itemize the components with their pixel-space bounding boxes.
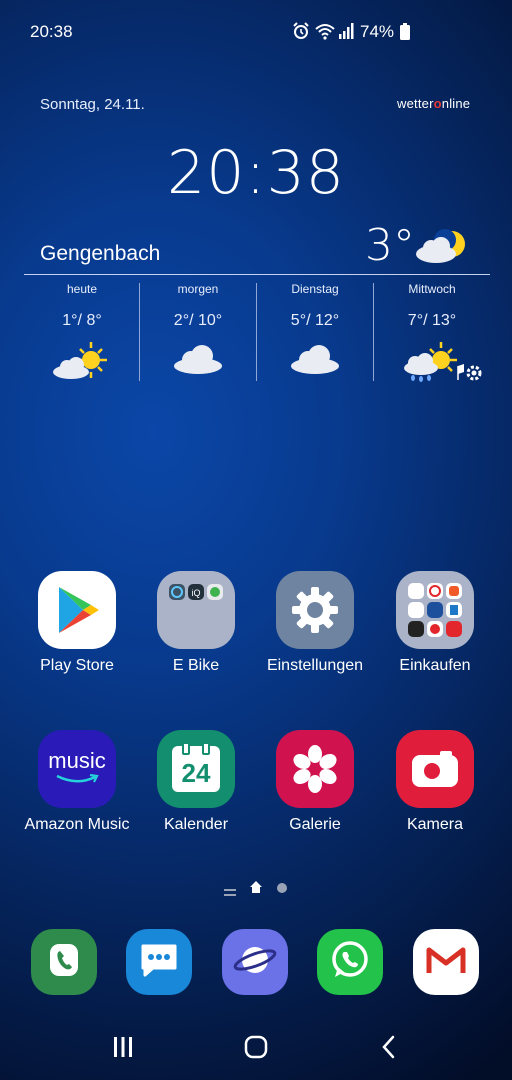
forecast-range: 1°/ 8° [62,312,102,329]
app-label: Kamera [406,816,464,833]
forecast-range: 7°/ 13° [407,312,457,329]
forecast-range: 2°/ 10° [173,312,223,329]
recent-apps-icon[interactable] [112,1034,134,1065]
settings-gear-icon [276,571,354,649]
app-amazon-music[interactable]: music Amazon Music [17,730,137,834]
forecast-day-label: Mittwoch [408,282,456,296]
dock-gmail[interactable] [413,929,479,995]
forecast-day-3[interactable]: Dienstag 5°/ 12° [257,280,373,380]
app-label: E Bike [172,657,220,674]
calendar-icon: 24 [157,730,235,808]
widget-settings-icon[interactable] [456,362,484,387]
page-indicator-home-icon[interactable] [250,880,262,899]
flower-icon [276,730,354,808]
status-time: 20:38 [30,22,73,41]
app-label: Kalender [163,816,229,833]
home-icon[interactable] [243,1034,269,1065]
cloud-moon-icon [414,228,470,273]
app-label: Amazon Music [24,816,130,833]
app-folder-e-bike[interactable]: iQ E Bike [136,571,256,675]
forecast-day-2[interactable]: morgen 2°/ 10° [140,280,256,380]
forecast-day-label: morgen [177,282,219,296]
cloud-icon [257,340,373,382]
signal-icon [338,22,354,45]
phone-icon [47,942,81,983]
forecast-range: 5°/ 12° [290,312,340,329]
dock-phone[interactable] [31,929,97,995]
app-label: Play Store [40,657,114,674]
dock-internet[interactable] [222,929,288,995]
app-label: Einstellungen [266,657,364,674]
dock-messages[interactable] [126,929,192,995]
alarm-icon [291,21,311,46]
forecast-day-label: Dienstag [291,282,339,296]
app-calendar[interactable]: 24 Kalender [136,730,256,834]
page-indicator-dot[interactable] [277,883,287,893]
battery-icon [399,23,411,46]
back-icon[interactable] [379,1034,399,1065]
whatsapp-icon [329,939,371,986]
camera-icon [396,730,474,808]
svg-text:iQ: iQ [192,588,201,598]
app-settings[interactable]: Einstellungen [255,571,375,675]
app-gallery[interactable]: Galerie [255,730,375,834]
amazon-music-icon-text: music [48,748,106,773]
folder-icon [396,571,474,649]
amazon-music-icon: music [38,730,116,808]
app-label: Einkaufen [399,657,471,674]
page-indicator-list[interactable] [224,884,236,902]
forecast-day-label: heute [66,282,98,296]
play-store-icon [38,571,116,649]
calendar-date-text: 24 [181,758,211,788]
wifi-icon [314,21,336,46]
current-temperature[interactable]: 3° [365,220,415,271]
battery-percentage: 74% [360,22,395,41]
app-camera[interactable]: Kamera [375,730,495,834]
brand-text: wetteronline [397,96,471,111]
gmail-icon [426,945,466,980]
app-play-store[interactable]: Play Store [17,571,137,675]
widget-city[interactable]: Gengenbach [40,242,160,266]
wetteronline-logo[interactable]: wetteronline [397,96,470,111]
forecast-day-1[interactable]: heute 1°/ 8° [24,280,140,380]
internet-browser-icon [233,940,277,985]
sun-cloud-icon [24,340,140,382]
widget-date: Sonntag, 24.11. [40,96,145,113]
widget-clock[interactable]: 20:38 [0,138,512,208]
app-label: Galerie [289,816,341,833]
messages-icon [139,942,179,983]
dock-whatsapp[interactable] [317,929,383,995]
widget-divider [24,274,490,275]
folder-icon: iQ [157,571,235,649]
cloud-icon [140,340,256,382]
app-folder-einkaufen[interactable]: Einkaufen [375,571,495,675]
